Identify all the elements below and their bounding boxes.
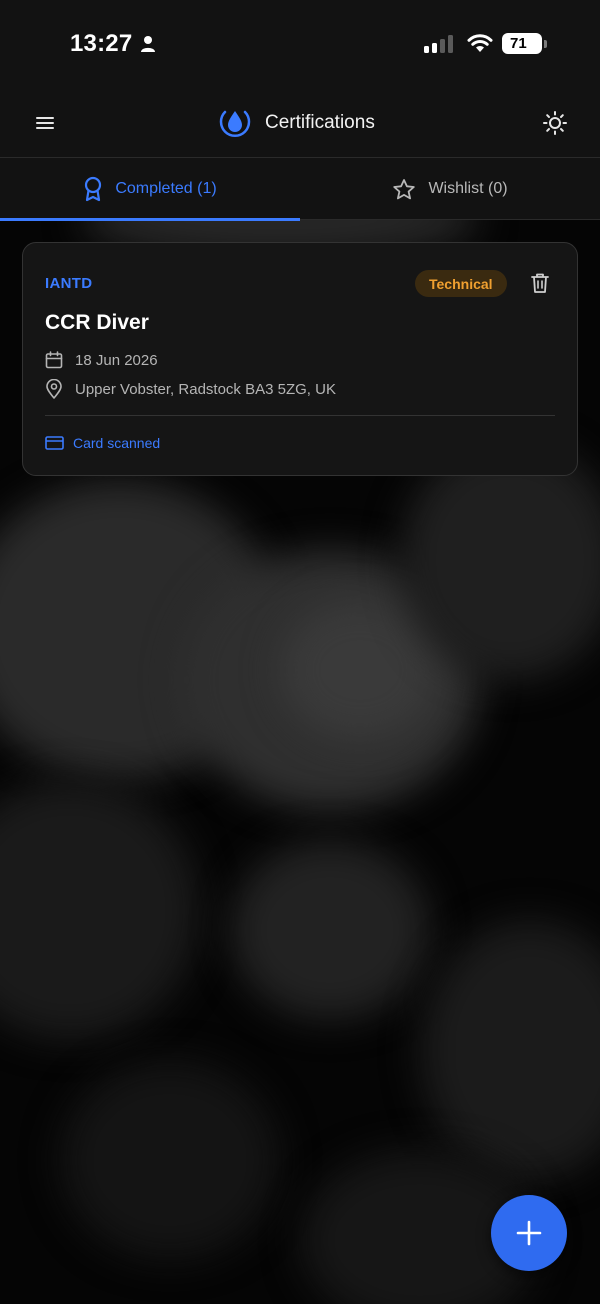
- star-icon: [393, 178, 416, 199]
- certification-name: CCR Diver: [45, 311, 149, 334]
- certification-date-row: 18 Jun 2026: [45, 351, 158, 369]
- theme-toggle-sun-icon[interactable]: [542, 110, 568, 136]
- delete-trash-icon[interactable]: [529, 271, 551, 295]
- credit-card-icon: [45, 436, 64, 450]
- wifi-icon: [467, 34, 493, 52]
- certification-location: Upper Vobster, Radstock BA3 5ZG, UK: [75, 380, 336, 398]
- add-certification-button[interactable]: [491, 1195, 567, 1271]
- certification-location-row: Upper Vobster, Radstock BA3 5ZG, UK: [45, 379, 336, 399]
- award-ribbon-icon: [85, 176, 102, 202]
- cellular-signal-icon: [424, 34, 453, 53]
- calendar-icon: [45, 351, 63, 369]
- card-scanned-label: Card scanned: [73, 435, 161, 451]
- status-bar: 13:27 71: [0, 0, 600, 90]
- location-pin-icon: [46, 379, 62, 399]
- hamburger-menu-icon[interactable]: [34, 112, 56, 134]
- tab-wishlist-label: Wishlist (0): [428, 180, 508, 197]
- tab-completed[interactable]: Completed (1): [0, 158, 300, 221]
- certification-card[interactable]: IANTD Technical CCR Diver 18 Jun 2026 Up…: [22, 242, 578, 476]
- card-scanned-indicator[interactable]: Card scanned: [45, 435, 160, 451]
- card-divider: [45, 415, 555, 416]
- battery-level: 71: [510, 35, 527, 52]
- battery-icon: 71: [502, 33, 547, 54]
- app-bar: Certifications: [0, 90, 600, 158]
- tab-wishlist[interactable]: Wishlist (0): [300, 158, 600, 220]
- tab-completed-label: Completed (1): [115, 180, 217, 197]
- page-title: Certifications: [265, 112, 375, 133]
- person-icon: [141, 36, 155, 52]
- certification-date: 18 Jun 2026: [75, 351, 158, 369]
- plus-icon: [516, 1220, 542, 1246]
- tab-bar: Completed (1) Wishlist (0): [0, 158, 600, 221]
- category-badge: Technical: [415, 270, 507, 297]
- certification-organization: IANTD: [45, 275, 93, 292]
- water-drop-logo-icon: [219, 110, 251, 138]
- status-time: 13:27: [70, 30, 133, 57]
